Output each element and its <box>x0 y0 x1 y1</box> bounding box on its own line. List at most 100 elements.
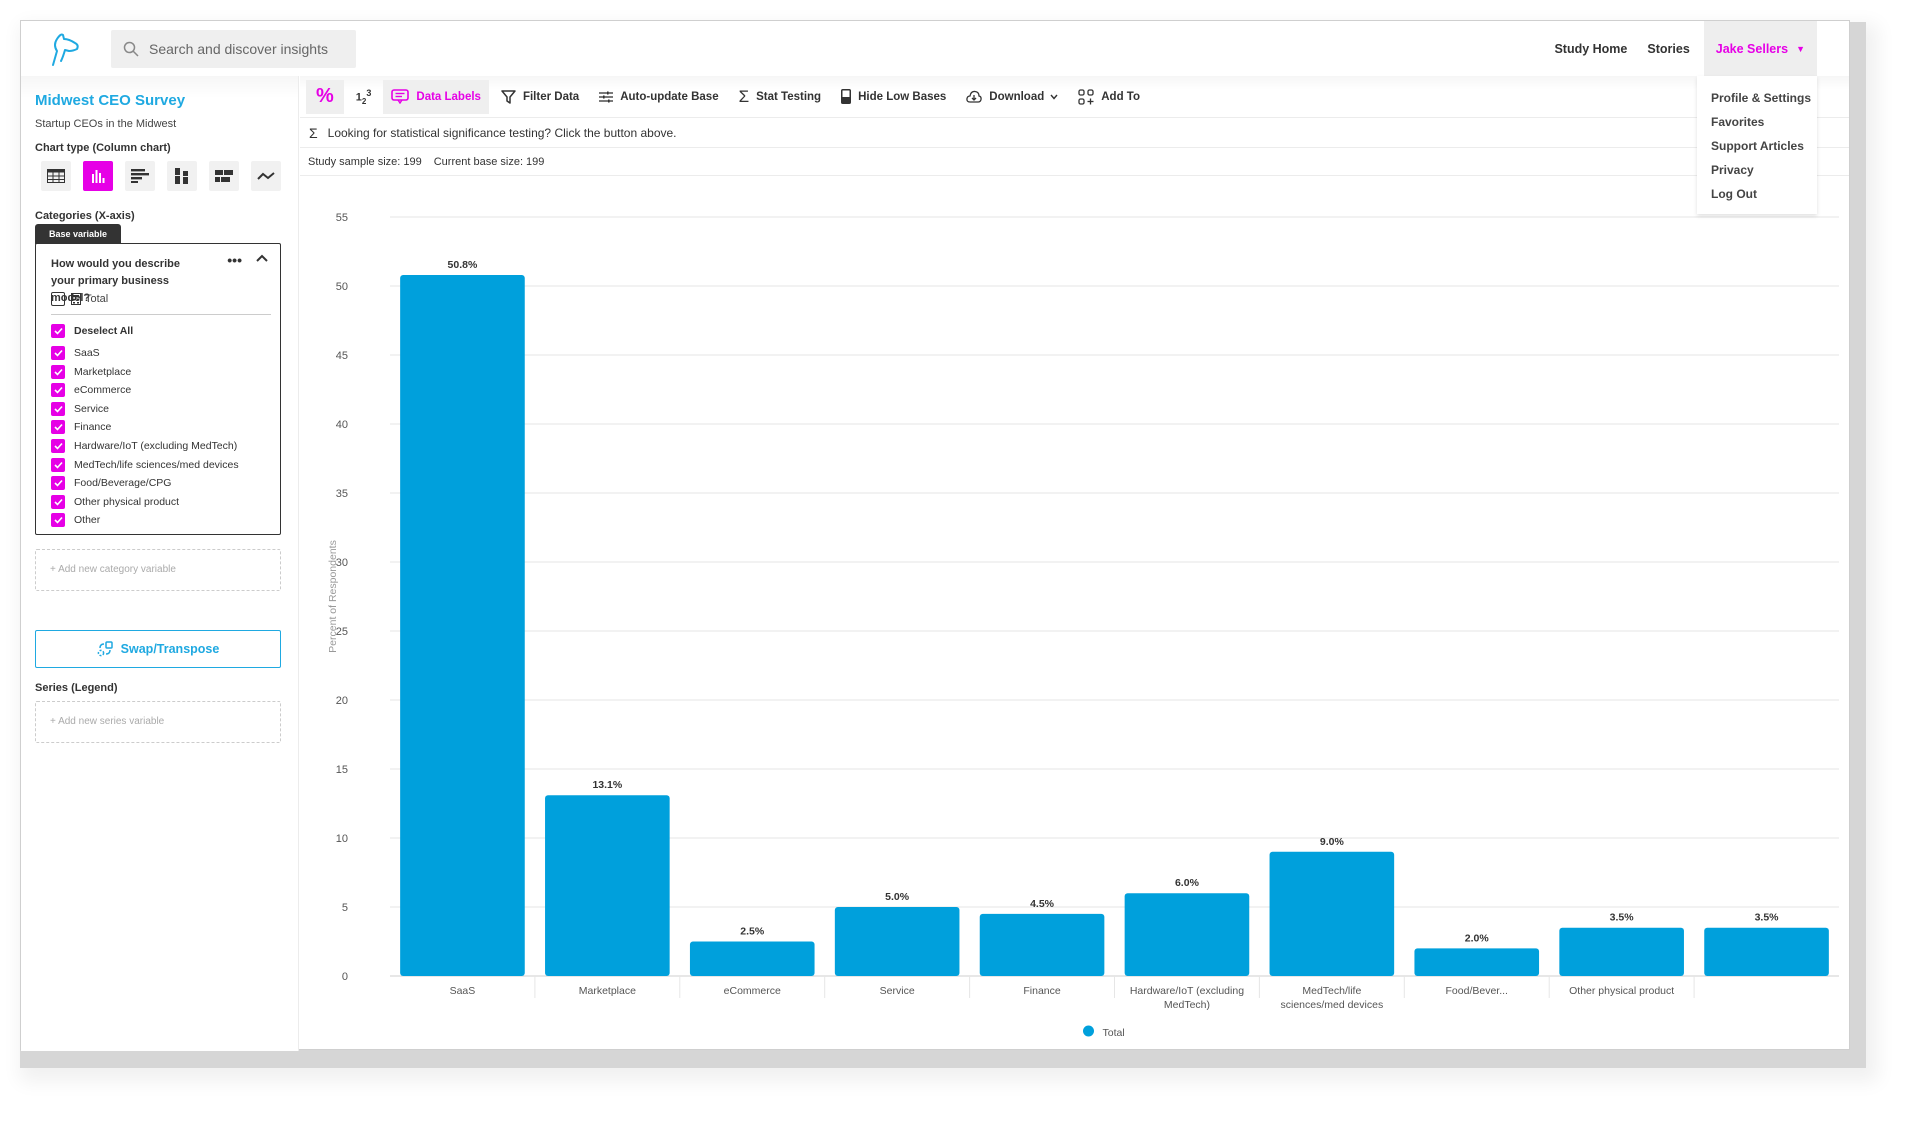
checkbox-checked-icon[interactable] <box>51 364 65 379</box>
app-window: Study Home Stories Jake Sellers ▼ Profil… <box>20 20 1850 1051</box>
y-tick-label: 10 <box>336 833 348 845</box>
category-variable-card: How would you describe your primary busi… <box>35 243 281 535</box>
bar[interactable] <box>1414 948 1540 976</box>
add-series-variable-button[interactable]: + Add new series variable <box>35 701 281 743</box>
bar[interactable] <box>545 795 670 976</box>
battery-low-icon <box>841 89 852 104</box>
checkbox-checked-icon[interactable] <box>51 439 65 453</box>
sliders-icon <box>599 91 614 102</box>
option-checkbox[interactable]: MedTech/life sciences/med devices <box>51 457 239 472</box>
study-subtitle: Startup CEOs in the Midwest <box>35 118 177 130</box>
option-checkbox[interactable]: Other physical product <box>51 494 180 509</box>
data-label: 3.5% <box>1755 912 1780 924</box>
stacked-column-icon <box>175 168 188 184</box>
auto-update-base-label: Auto-update Base <box>620 90 719 103</box>
option-checkbox[interactable]: Marketplace <box>51 364 132 379</box>
chart-type-bar[interactable] <box>125 161 155 191</box>
checkbox-checked-icon[interactable] <box>51 383 65 398</box>
data-labels-button[interactable]: Data Labels <box>383 79 489 114</box>
more-options-icon[interactable]: ••• <box>227 252 242 268</box>
x-tick-label: Hardware/IoT (excluding <box>1130 985 1244 997</box>
x-tick-label: Food/Bever... <box>1446 985 1508 997</box>
y-tick-label: 35 <box>336 488 348 500</box>
add-to-label: Add To <box>1101 90 1140 103</box>
menu-item-privacy[interactable]: Privacy <box>1711 158 1817 182</box>
x-tick-label: SaaS <box>450 985 476 997</box>
search-bar[interactable] <box>111 30 356 68</box>
download-button[interactable]: Download <box>958 80 1066 114</box>
search-input[interactable] <box>149 41 349 57</box>
bar[interactable] <box>979 913 1105 976</box>
data-label: 5.0% <box>885 891 910 903</box>
filter-icon <box>501 89 516 104</box>
chart-type-table[interactable] <box>41 161 71 191</box>
chart-type-column[interactable] <box>83 161 113 191</box>
swap-transpose-button[interactable]: Swap/Transpose <box>35 630 281 668</box>
chevron-down-icon <box>1050 94 1058 100</box>
bar[interactable] <box>1124 893 1250 976</box>
option-checkbox[interactable]: SaaS <box>51 346 100 360</box>
bar[interactable] <box>689 941 815 977</box>
user-name: Jake Sellers <box>1715 41 1789 56</box>
add-category-variable-button[interactable]: + Add new category variable <box>35 549 281 591</box>
checkbox-checked-icon[interactable] <box>51 346 65 360</box>
menu-item-favorites[interactable]: Favorites <box>1711 110 1817 134</box>
nav-study-home[interactable]: Study Home <box>1554 42 1627 56</box>
deselect-all-checkbox[interactable]: Deselect All <box>51 324 133 338</box>
toolbar: % 123 Data Labels Filter Data Auto-updat… <box>300 76 1849 118</box>
option-label: Other physical product <box>74 495 180 508</box>
legend-marker <box>1083 1025 1094 1037</box>
base-variable-tab: Base variable <box>35 224 122 244</box>
menu-item-log-out[interactable]: Log Out <box>1711 182 1817 206</box>
auto-update-base-button[interactable]: Auto-update Base <box>591 80 726 114</box>
option-checkbox[interactable]: Other <box>51 513 100 528</box>
option-checkbox[interactable]: eCommerce <box>51 383 131 398</box>
bar[interactable] <box>834 907 960 976</box>
percent-toggle[interactable]: % <box>306 79 344 114</box>
bar[interactable] <box>1559 927 1684 976</box>
checkbox-checked-icon[interactable] <box>51 476 65 491</box>
chart-type-stacked-bar[interactable] <box>209 161 239 191</box>
checkbox-checked-icon[interactable] <box>51 457 65 472</box>
filter-data-button[interactable]: Filter Data <box>493 80 587 114</box>
user-menu-button[interactable]: Jake Sellers ▼ <box>1703 21 1817 76</box>
total-checkbox[interactable] <box>51 292 65 306</box>
x-tick-label: MedTech) <box>1164 999 1210 1011</box>
option-checkbox[interactable]: Finance <box>51 420 111 435</box>
hide-low-bases-button[interactable]: Hide Low Bases <box>833 80 954 114</box>
menu-item-support-articles[interactable]: Support Articles <box>1711 134 1817 158</box>
sidebar: Midwest CEO Survey Startup CEOs in the M… <box>21 76 299 1051</box>
option-label: Marketplace <box>74 365 132 378</box>
chart-type-line[interactable] <box>251 161 281 191</box>
chevron-up-icon[interactable] <box>256 254 268 262</box>
add-to-button[interactable]: Add To <box>1070 80 1148 114</box>
download-label: Download <box>989 90 1045 103</box>
swap-label: Swap/Transpose <box>120 642 220 656</box>
checkbox-checked-icon[interactable] <box>51 324 65 338</box>
user-dropdown-menu: Profile & Settings Favorites Support Art… <box>1697 76 1817 214</box>
y-tick-label: 15 <box>336 764 348 776</box>
column-chart: 0510152025303540455055Percent of Respond… <box>327 212 1839 1039</box>
top-header: Study Home Stories Jake Sellers ▼ Profil… <box>21 21 1849 214</box>
count-toggle[interactable]: 123 <box>348 80 380 114</box>
dog-logo-icon[interactable] <box>47 31 83 67</box>
bar[interactable] <box>400 274 525 977</box>
bar[interactable] <box>1704 927 1829 976</box>
comment-icon <box>391 89 410 104</box>
stat-testing-button[interactable]: Σ Stat Testing <box>731 80 829 114</box>
option-checkbox[interactable]: Food/Beverage/CPG <box>51 476 171 491</box>
bar-chart-icon <box>131 169 149 183</box>
checkbox-checked-icon[interactable] <box>51 420 65 435</box>
menu-item-profile-settings[interactable]: Profile & Settings <box>1711 86 1817 110</box>
stat-testing-label: Stat Testing <box>756 90 822 103</box>
nav-stories[interactable]: Stories <box>1647 42 1689 56</box>
bar[interactable] <box>1269 851 1395 976</box>
option-checkbox[interactable]: Service <box>51 401 109 416</box>
checkbox-checked-icon[interactable] <box>51 513 65 528</box>
checkbox-checked-icon[interactable] <box>51 401 65 416</box>
study-title[interactable]: Midwest CEO Survey <box>35 92 185 109</box>
filter-data-label: Filter Data <box>522 90 580 103</box>
chart-type-stacked-column[interactable] <box>167 161 197 191</box>
option-checkbox[interactable]: Hardware/IoT (excluding MedTech) <box>51 439 237 453</box>
checkbox-checked-icon[interactable] <box>51 494 65 509</box>
